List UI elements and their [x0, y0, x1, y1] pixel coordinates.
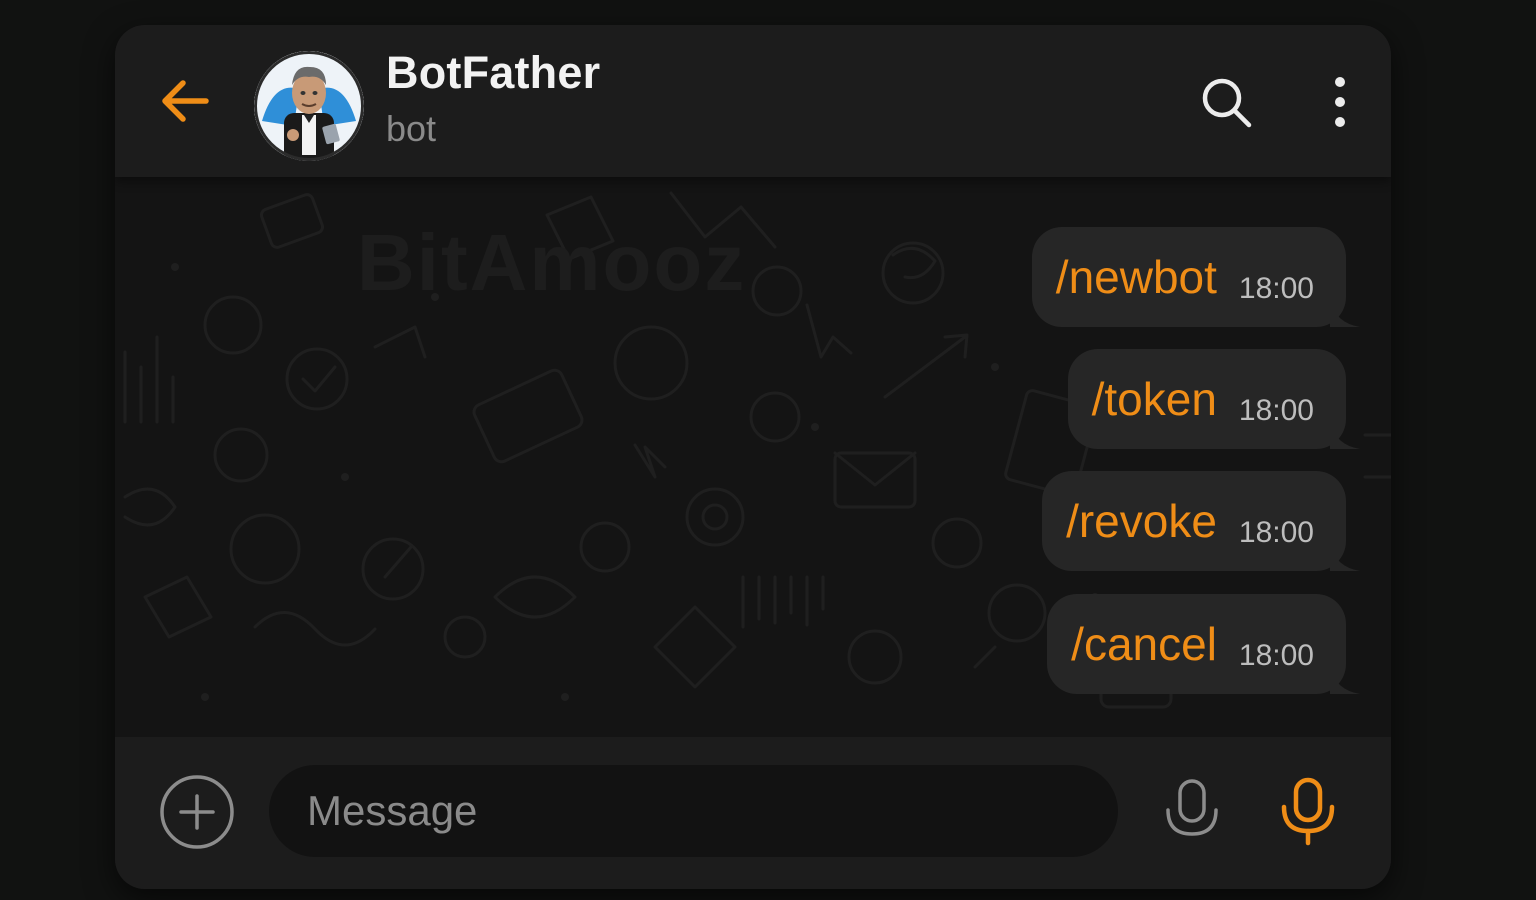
message-time: 18:00: [1238, 272, 1314, 305]
plus-circle-icon: [160, 775, 234, 849]
message-time: 18:00: [1238, 639, 1314, 672]
bot-command-link[interactable]: /cancel: [1071, 621, 1217, 667]
message-time: 18:00: [1238, 394, 1314, 427]
botfather-avatar-image: [254, 51, 364, 161]
message-input[interactable]: [269, 765, 1118, 857]
message-bubble-newbot[interactable]: /newbot 18:00: [1031, 227, 1360, 327]
chat-window: BotFather bot BitAmooz /newbot 18:00 /to…: [115, 25, 1391, 889]
message-list[interactable]: BitAmooz /newbot 18:00 /token 18:00 /rev…: [115, 177, 1391, 737]
search-button[interactable]: [1197, 73, 1257, 133]
voice-send-button[interactable]: [1275, 773, 1341, 853]
chat-header: BotFather bot: [115, 25, 1391, 177]
bubble-tail: [1330, 301, 1360, 327]
arrow-left-icon: [162, 80, 209, 122]
bot-command-link[interactable]: /newbot: [1056, 254, 1217, 300]
microphone-icon: [1166, 779, 1218, 836]
message-composer: [115, 737, 1391, 889]
voice-record-button[interactable]: [1159, 773, 1225, 853]
message-bubble-cancel[interactable]: /cancel 18:00: [1047, 594, 1360, 694]
message-time: 18:00: [1238, 516, 1314, 549]
bubble-tail: [1330, 545, 1360, 571]
bubble-tail: [1330, 423, 1360, 449]
message-bubble-revoke[interactable]: /revoke 18:00: [1042, 471, 1360, 571]
message-bubble-token[interactable]: /token 18:00: [1067, 349, 1360, 449]
bubble-tail: [1330, 668, 1360, 694]
search-icon: [1202, 78, 1252, 128]
bot-command-link[interactable]: /token: [1092, 376, 1217, 422]
avatar[interactable]: [254, 51, 364, 161]
more-vertical-icon: [1335, 77, 1345, 127]
chat-subtitle: bot: [386, 108, 437, 149]
back-button[interactable]: [155, 71, 215, 131]
bot-command-link[interactable]: /revoke: [1066, 498, 1217, 544]
microphone-icon: [1281, 777, 1335, 846]
attach-button[interactable]: [159, 774, 235, 850]
chat-title[interactable]: BotFather: [386, 47, 600, 99]
wallpaper-watermark: BitAmooz: [357, 218, 747, 307]
more-options-button[interactable]: [1315, 71, 1365, 133]
